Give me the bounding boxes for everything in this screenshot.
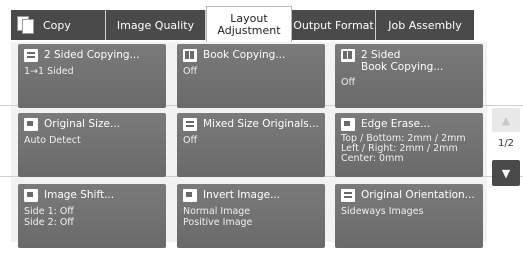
tab-label: Image Quality [116,18,195,32]
original-orientation-icon [341,189,355,202]
tile-title: 2 Sided Copying... [44,49,140,61]
tab-layout-adjustment[interactable]: Layout Adjustment [206,6,292,42]
chevron-down-icon: ▼ [501,166,511,180]
tile-value: Off [341,77,356,88]
tile-value: Auto Detect [24,135,81,146]
tab-output-format[interactable]: Output Format [292,10,376,40]
tile-value: Off [183,66,198,77]
tab-label: Copy [43,18,71,32]
edge-erase-icon [341,118,355,131]
tile-title: Mixed Size Originals... [203,118,319,130]
chevron-up-icon: ▲ [501,113,511,127]
tile-value: 1→1 Sided [24,66,74,77]
tab-copy[interactable]: Copy [11,10,106,40]
tile-2-sided-book-copying[interactable]: 2 Sided Book Copying... Off [335,44,483,108]
tile-value: Side 1: Off Side 2: Off [24,206,74,228]
page-indicator: 1/2 [497,138,515,149]
tab-job-assembly[interactable]: Job Assembly [376,10,474,40]
page-navigator: ▲ 1/2 ▼ [492,108,522,193]
invert-image-icon [183,189,197,202]
tab-label: Layout Adjustment [217,11,281,37]
copy-icon [17,16,37,34]
tab-bar: Copy Image Quality Layout Adjustment Out… [11,6,474,42]
book-copying-icon [183,49,197,62]
tab-image-quality[interactable]: Image Quality [106,10,206,40]
tile-title: Original Size... [44,118,120,130]
tile-title: 2 Sided Book Copying... [361,49,444,73]
scroll-up-button[interactable]: ▲ [492,108,520,132]
tab-label: Output Format [293,18,374,32]
tile-2-sided-copying[interactable]: 2 Sided Copying... 1→1 Sided [18,44,166,108]
tile-edge-erase[interactable]: Edge Erase... Top / Bottom: 2mm / 2mm Le… [335,113,483,177]
scroll-down-button[interactable]: ▼ [492,160,520,186]
image-shift-icon [24,189,38,202]
tile-invert-image[interactable]: Invert Image... Normal Image Positive Im… [177,184,325,248]
tile-value: Sideways Images [341,206,424,217]
tile-value: Top / Bottom: 2mm / 2mm Left / Right: 2m… [341,133,466,164]
original-size-icon [24,118,38,131]
tile-value: Off [183,135,198,146]
tile-value: Normal Image Positive Image [183,206,253,228]
tile-title: Edge Erase... [361,118,431,130]
tile-image-shift[interactable]: Image Shift... Side 1: Off Side 2: Off [18,184,166,248]
tile-book-copying[interactable]: Book Copying... Off [177,44,325,108]
tile-title: Invert Image... [203,189,281,201]
tile-mixed-size-originals[interactable]: Mixed Size Originals... Off [177,113,325,177]
two-sided-book-icon [341,49,355,62]
tile-original-size[interactable]: Original Size... Auto Detect [18,113,166,177]
tile-title: Image Shift... [44,189,115,201]
tile-title: Original Orientation... [361,189,475,201]
tile-original-orientation[interactable]: Original Orientation... Sideways Images [335,184,483,248]
mixed-size-icon [183,118,197,131]
two-sided-icon [24,49,38,62]
tab-label: Job Assembly [388,18,462,32]
tile-title: Book Copying... [203,49,286,61]
